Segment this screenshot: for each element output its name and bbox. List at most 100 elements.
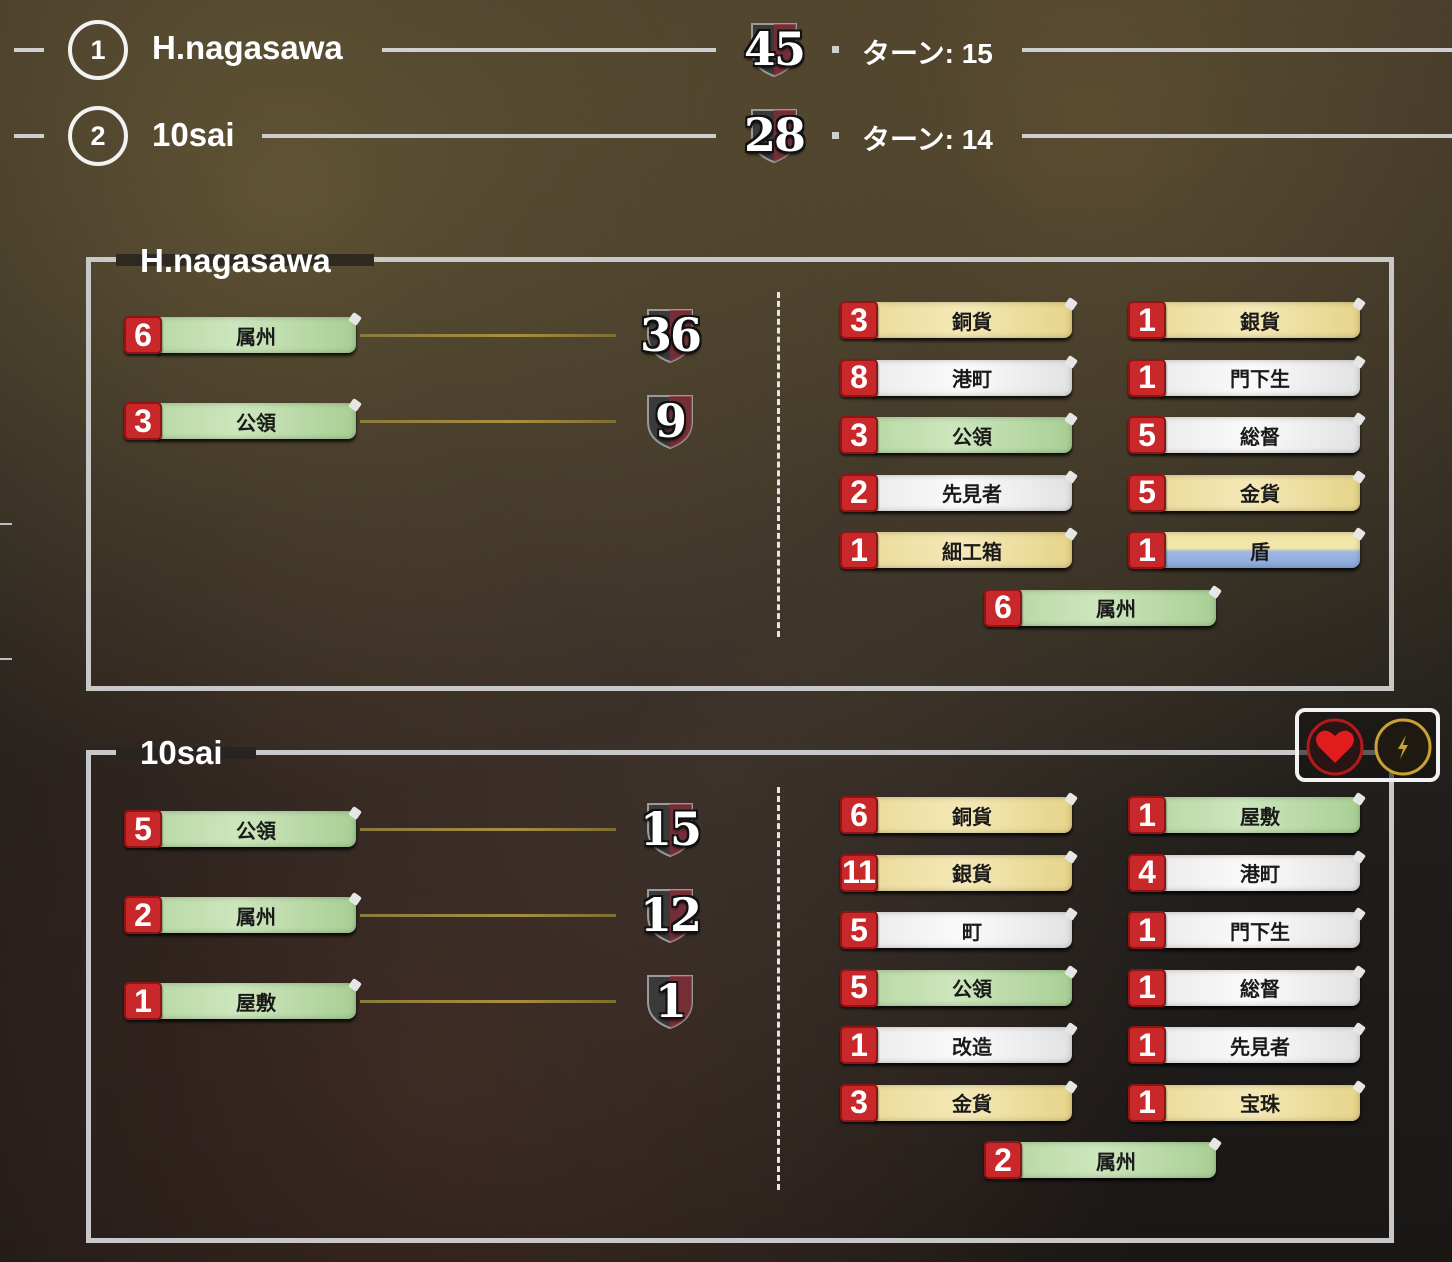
deck-card[interactable]: 6 属州	[984, 587, 1220, 631]
rank-badge: 1	[68, 20, 128, 80]
deck-card[interactable]: 5 金貨	[1128, 472, 1364, 516]
card-count: 5	[840, 911, 878, 949]
lightning-icon[interactable]	[1373, 717, 1433, 781]
card-name: 公領	[156, 811, 356, 847]
deck-card[interactable]: 1 先見者	[1128, 1024, 1364, 1068]
row-line	[1022, 134, 1452, 138]
points-shield: 12	[640, 886, 702, 944]
card-name: 総督	[1160, 969, 1360, 1006]
section-divider	[777, 292, 780, 637]
row-line	[382, 48, 716, 52]
scoring-card[interactable]: 6 属州	[124, 314, 360, 358]
deck-card[interactable]: 1 総督	[1128, 967, 1364, 1011]
card-count: 1	[1128, 968, 1166, 1007]
card-name: 宝珠	[1160, 1084, 1360, 1121]
deck-card[interactable]: 1 銀貨	[1128, 299, 1364, 343]
card-name: 属州	[156, 317, 356, 353]
scoring-card[interactable]: 1 屋敷	[124, 980, 360, 1024]
deck-card[interactable]: 8 港町	[840, 357, 1076, 401]
card-name: 銅貨	[872, 797, 1072, 833]
row-line	[262, 134, 716, 138]
card-name: 細工箱	[872, 532, 1072, 568]
card-name: 港町	[872, 359, 1072, 396]
turn-count: ターン: 15	[862, 38, 993, 69]
deck-card[interactable]: 1盾	[1128, 529, 1364, 573]
card-count: 1	[124, 982, 162, 1020]
deck-card[interactable]: 5 公領	[840, 967, 1076, 1011]
points-value: 9	[654, 394, 687, 448]
card-name: 門下生	[1160, 912, 1360, 948]
card-name: 金貨	[1160, 474, 1360, 511]
deck-card[interactable]: 2 属州	[984, 1139, 1220, 1183]
deck-card[interactable]: 4 港町	[1128, 852, 1364, 896]
card-count: 1	[1128, 911, 1166, 949]
card-name: 属州	[1016, 589, 1216, 626]
deck-card[interactable]: 1 宝珠	[1128, 1082, 1364, 1126]
card-count: 1	[840, 1026, 878, 1064]
card-name: 先見者	[872, 474, 1072, 511]
points-value: 12	[640, 888, 702, 942]
status-icons	[1295, 708, 1440, 782]
points-value: 15	[640, 802, 702, 856]
card-count: 5	[124, 810, 162, 848]
panel-title: 10sai	[140, 734, 223, 771]
deck-card[interactable]: 3 金貨	[840, 1082, 1076, 1126]
card-name: 盾	[1160, 532, 1360, 568]
card-count: 2	[840, 473, 878, 512]
heart-icon[interactable]	[1305, 717, 1365, 781]
deck-card[interactable]: 3 銅貨	[840, 299, 1076, 343]
points-shield: 36	[640, 306, 702, 364]
connector-line	[360, 828, 616, 831]
card-count: 1	[1128, 301, 1166, 339]
card-name: 公領	[872, 969, 1072, 1006]
card-name: 屋敷	[156, 983, 356, 1019]
deck-card[interactable]: 5町	[840, 909, 1076, 953]
player-name: H.nagasawa	[152, 29, 343, 66]
scoring-card[interactable]: 2 属州	[124, 894, 360, 938]
rank-badge: 2	[68, 106, 128, 166]
card-count: 6	[984, 588, 1022, 627]
card-count: 1	[1128, 796, 1166, 834]
deck-card[interactable]: 6 銅貨	[840, 794, 1076, 838]
deck-card[interactable]: 2 先見者	[840, 472, 1076, 516]
card-count: 3	[124, 402, 162, 440]
connector-line	[360, 1000, 616, 1003]
points-value: 1	[654, 974, 687, 1028]
card-count: 1	[1128, 1026, 1166, 1064]
card-name: 門下生	[1160, 359, 1360, 396]
card-name: 町	[872, 912, 1072, 948]
card-name: 改造	[872, 1027, 1072, 1063]
score-shield: 45	[744, 20, 806, 78]
row-line	[14, 48, 44, 52]
card-count: 5	[840, 968, 878, 1007]
deck-card[interactable]: 1 屋敷	[1128, 794, 1364, 838]
section-divider	[777, 787, 780, 1190]
deck-card[interactable]: 1 門下生	[1128, 357, 1364, 401]
deck-card[interactable]: 3 公領	[840, 414, 1076, 458]
card-name: 銀貨	[872, 854, 1072, 891]
panel-title: H.nagasawa	[140, 242, 331, 279]
card-name: 銀貨	[1160, 302, 1360, 338]
card-name: 港町	[1160, 854, 1360, 891]
deck-card[interactable]: 5 総督	[1128, 414, 1364, 458]
card-name: 屋敷	[1160, 797, 1360, 833]
deck-card[interactable]: 11 銀貨	[840, 852, 1076, 896]
scoring-card[interactable]: 3 公領	[124, 400, 360, 444]
points-shield: 15	[640, 800, 702, 858]
card-count: 4	[1128, 853, 1166, 892]
turn-count: ターン: 14	[862, 124, 993, 155]
card-name: 属州	[1016, 1142, 1216, 1178]
total-score: 28	[744, 108, 806, 162]
card-count: 3	[840, 416, 878, 454]
deck-card[interactable]: 1 改造	[840, 1024, 1076, 1068]
card-count: 3	[840, 301, 878, 339]
row-line	[14, 134, 44, 138]
deck-card[interactable]: 1 門下生	[1128, 909, 1364, 953]
points-shield: 1	[642, 972, 698, 1030]
card-name: 銅貨	[872, 302, 1072, 338]
scoring-card[interactable]: 5 公領	[124, 808, 360, 852]
deck-card[interactable]: 1 細工箱	[840, 529, 1076, 573]
card-name: 公領	[872, 417, 1072, 453]
card-count: 1	[1128, 1083, 1166, 1122]
card-count: 6	[840, 796, 878, 834]
